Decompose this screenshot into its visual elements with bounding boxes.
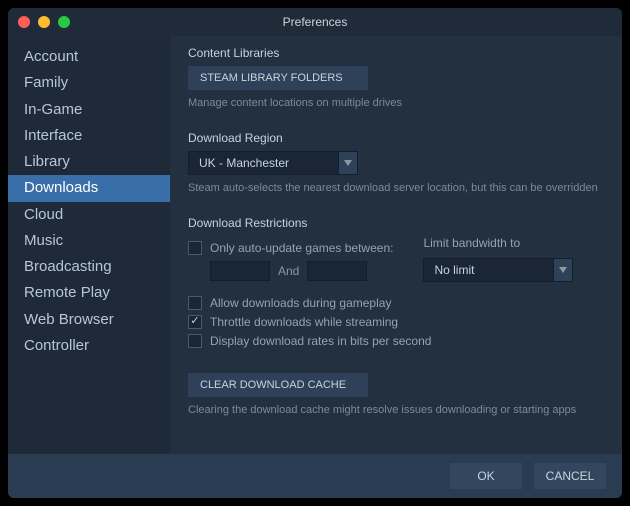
- allow-gameplay-label: Allow downloads during gameplay: [210, 296, 391, 310]
- sidebar-item-label: Remote Play: [24, 284, 110, 301]
- chevron-down-icon[interactable]: [553, 258, 573, 282]
- bandwidth-value: No limit: [423, 258, 553, 282]
- sidebar-item-label: Downloads: [24, 179, 98, 196]
- sidebar-item-label: Cloud: [24, 206, 63, 223]
- allow-gameplay-row: Allow downloads during gameplay: [188, 296, 604, 310]
- throttle-streaming-row: Throttle downloads while streaming: [188, 315, 604, 329]
- sidebar-item-account[interactable]: Account: [8, 44, 170, 70]
- sidebar-item-downloads[interactable]: Downloads: [8, 175, 170, 201]
- and-label: And: [278, 264, 299, 278]
- chevron-down-icon[interactable]: [338, 151, 358, 175]
- sidebar-item-library[interactable]: Library: [8, 149, 170, 175]
- download-region-heading: Download Region: [188, 131, 604, 145]
- download-region-dropdown[interactable]: UK - Manchester: [188, 151, 358, 175]
- download-restrictions-heading: Download Restrictions: [188, 216, 604, 230]
- bits-per-second-label: Display download rates in bits per secon…: [210, 334, 431, 348]
- sidebar-item-family[interactable]: Family: [8, 70, 170, 96]
- window-body: Account Family In-Game Interface Library…: [8, 36, 622, 454]
- sidebar-item-in-game[interactable]: In-Game: [8, 97, 170, 123]
- ok-button[interactable]: OK: [450, 463, 522, 489]
- sidebar-item-label: Web Browser: [24, 311, 114, 328]
- bandwidth-dropdown[interactable]: No limit: [423, 258, 573, 282]
- sidebar-item-interface[interactable]: Interface: [8, 123, 170, 149]
- titlebar: Preferences: [8, 8, 622, 36]
- bandwidth-column: Limit bandwidth to No limit: [423, 236, 573, 282]
- window-title: Preferences: [8, 15, 622, 29]
- restrictions-left: Only auto-update games between: And: [188, 236, 393, 291]
- bits-per-second-row: Display download rates in bits per secon…: [188, 334, 604, 348]
- auto-update-row: Only auto-update games between:: [188, 241, 393, 255]
- sidebar-item-label: Controller: [24, 337, 89, 354]
- main-panel: Content Libraries STEAM LIBRARY FOLDERS …: [170, 36, 622, 454]
- throttle-streaming-checkbox[interactable]: [188, 315, 202, 329]
- content-libraries-heading: Content Libraries: [188, 46, 604, 60]
- sidebar: Account Family In-Game Interface Library…: [8, 36, 170, 454]
- bits-per-second-checkbox[interactable]: [188, 334, 202, 348]
- preferences-window: Preferences Account Family In-Game Inter…: [8, 8, 622, 498]
- sidebar-item-remote-play[interactable]: Remote Play: [8, 280, 170, 306]
- download-region-value: UK - Manchester: [188, 151, 338, 175]
- restrictions-row: Only auto-update games between: And Limi…: [188, 236, 604, 291]
- allow-gameplay-checkbox[interactable]: [188, 296, 202, 310]
- cancel-button[interactable]: CANCEL: [534, 463, 606, 489]
- clear-download-cache-button[interactable]: CLEAR DOWNLOAD CACHE: [188, 373, 368, 397]
- auto-update-checkbox[interactable]: [188, 241, 202, 255]
- sidebar-item-controller[interactable]: Controller: [8, 333, 170, 359]
- content-libraries-hint: Manage content locations on multiple dri…: [188, 96, 604, 111]
- steam-library-folders-button[interactable]: STEAM LIBRARY FOLDERS: [188, 66, 368, 90]
- sidebar-item-label: Library: [24, 153, 70, 170]
- sidebar-item-broadcasting[interactable]: Broadcasting: [8, 254, 170, 280]
- footer: OK CANCEL: [8, 454, 622, 498]
- throttle-streaming-label: Throttle downloads while streaming: [210, 315, 398, 329]
- auto-update-label: Only auto-update games between:: [210, 241, 393, 255]
- sidebar-item-music[interactable]: Music: [8, 228, 170, 254]
- sidebar-item-label: Account: [24, 48, 78, 65]
- time-end-input[interactable]: [307, 261, 367, 281]
- sidebar-item-label: In-Game: [24, 101, 82, 118]
- sidebar-item-label: Interface: [24, 127, 82, 144]
- time-range-row: And: [210, 261, 393, 281]
- sidebar-item-label: Family: [24, 74, 68, 91]
- sidebar-item-cloud[interactable]: Cloud: [8, 202, 170, 228]
- download-region-hint: Steam auto-selects the nearest download …: [188, 181, 604, 196]
- time-start-input[interactable]: [210, 261, 270, 281]
- sidebar-item-label: Music: [24, 232, 63, 249]
- clear-cache-hint: Clearing the download cache might resolv…: [188, 403, 604, 418]
- bandwidth-heading: Limit bandwidth to: [423, 236, 573, 250]
- sidebar-item-label: Broadcasting: [24, 258, 112, 275]
- sidebar-item-web-browser[interactable]: Web Browser: [8, 307, 170, 333]
